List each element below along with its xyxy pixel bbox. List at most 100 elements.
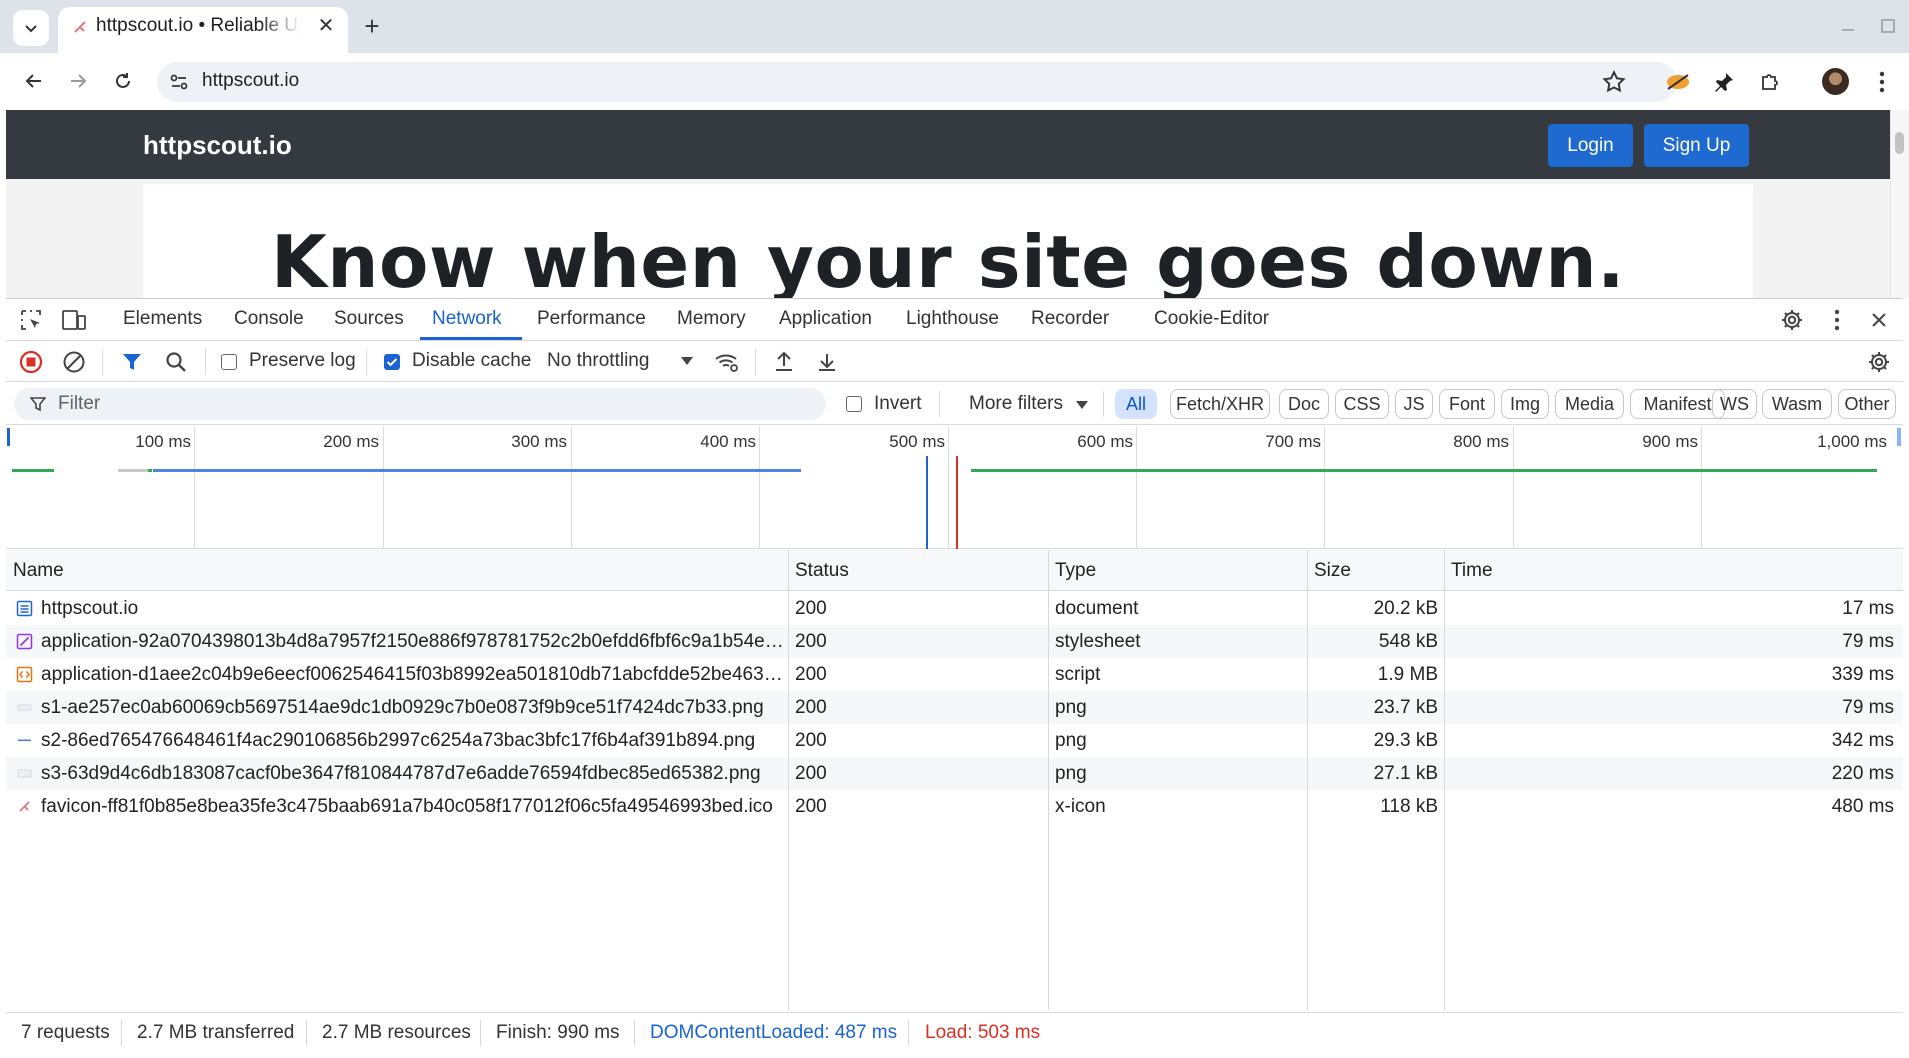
back-button[interactable] — [16, 63, 52, 99]
tab-console[interactable]: Console — [234, 308, 304, 330]
bookmark-star-icon[interactable] — [1601, 69, 1627, 95]
tab-application[interactable]: Application — [779, 308, 872, 330]
table-row[interactable]: s2-86ed765476648461f4ac290106856b2997c62… — [6, 724, 1903, 757]
column-header-time[interactable]: Time — [1451, 560, 1493, 582]
table-row[interactable]: s1-ae257ec0ab60069cb5697514ae9dc1db0929c… — [6, 691, 1903, 724]
column-header-status[interactable]: Status — [795, 560, 849, 582]
tab-lighthouse[interactable]: Lighthouse — [906, 308, 999, 330]
tab-recorder[interactable]: Recorder — [1031, 308, 1109, 330]
column-divider[interactable] — [1444, 550, 1445, 1010]
tab-cookie-editor[interactable]: Cookie-Editor — [1154, 308, 1269, 330]
devtools-close-button[interactable] — [1865, 306, 1893, 334]
device-toolbar-icon[interactable] — [60, 306, 88, 334]
login-button[interactable]: Login — [1548, 124, 1633, 167]
tab-close-button[interactable]: ✕ — [314, 14, 338, 38]
column-header-name[interactable]: Name — [13, 560, 64, 582]
extension-cookie-icon[interactable] — [1662, 66, 1694, 98]
summary-load: Load: 503 ms — [925, 1022, 1041, 1043]
tab-elements[interactable]: Elements — [123, 308, 202, 330]
disable-cache-checkbox[interactable] — [384, 354, 400, 370]
preserve-log-checkbox[interactable] — [221, 354, 237, 370]
extension-pin-icon[interactable] — [1708, 66, 1740, 98]
extensions-puzzle-icon[interactable] — [1754, 66, 1786, 98]
column-header-type[interactable]: Type — [1055, 560, 1096, 582]
request-time: 480 ms — [1831, 796, 1894, 817]
filter-chip-css[interactable]: CSS — [1335, 389, 1389, 419]
filter-chip-wasm[interactable]: Wasm — [1762, 389, 1832, 419]
table-row[interactable]: s3-63d9d4c6db183087cacf0be3647f810844787… — [6, 757, 1903, 790]
table-row[interactable]: application-92a0704398013b4d8a7957f2150e… — [6, 625, 1903, 658]
overview-right-handle[interactable] — [1897, 428, 1901, 446]
filter-chip-manifest[interactable]: Manifest — [1630, 389, 1725, 419]
more-filters-button[interactable]: More filters — [969, 393, 1063, 415]
request-name: s2-86ed765476648461f4ac290106856b2997c62… — [41, 730, 756, 751]
filter-chip-media[interactable]: Media — [1555, 389, 1624, 419]
toolbar-divider — [939, 391, 940, 417]
dropdown-arrow-icon[interactable] — [1075, 400, 1089, 410]
summary-dom-content-loaded: DOMContentLoaded: 487 ms — [650, 1022, 898, 1043]
invert-label[interactable]: Invert — [874, 393, 922, 415]
filter-chip-other[interactable]: Other — [1838, 389, 1896, 419]
overview-gridline — [571, 426, 572, 549]
devtools-menu-button[interactable] — [1823, 306, 1851, 334]
forward-button[interactable] — [60, 63, 96, 99]
wifi-settings-icon — [715, 354, 738, 372]
site-settings-icon[interactable] — [168, 71, 190, 93]
export-har-button[interactable] — [813, 348, 841, 376]
filter-chip-js[interactable]: JS — [1395, 389, 1433, 419]
site-brand[interactable]: httpscout.io — [143, 130, 292, 161]
inspect-element-icon[interactable] — [17, 306, 45, 334]
invert-checkbox[interactable] — [846, 396, 862, 412]
search-button[interactable] — [162, 348, 190, 376]
record-stop-button[interactable] — [17, 348, 45, 376]
throttling-select[interactable]: No throttling — [547, 350, 649, 372]
profile-avatar[interactable] — [1822, 68, 1849, 95]
new-tab-button[interactable]: + — [358, 12, 386, 40]
filter-toggle-button[interactable] — [118, 348, 146, 376]
tab-memory[interactable]: Memory — [677, 308, 746, 330]
table-row[interactable]: httpscout.io 200 document 20.2 kB 17 ms — [6, 592, 1903, 625]
address-bar[interactable] — [157, 62, 1677, 102]
filter-chip-font[interactable]: Font — [1439, 389, 1495, 419]
minimize-icon[interactable] — [1838, 16, 1858, 36]
overview-gridline — [1701, 426, 1702, 549]
table-row[interactable]: application-d1aee2c04b9e6eecf0062546415f… — [6, 658, 1903, 691]
request-status: 200 — [795, 763, 827, 784]
close-icon — [1872, 313, 1886, 327]
column-divider[interactable] — [1307, 550, 1308, 1010]
tab-performance[interactable]: Performance — [537, 308, 646, 330]
disable-cache-label[interactable]: Disable cache — [412, 350, 531, 372]
filter-input[interactable] — [14, 388, 826, 420]
browser-menu-button[interactable] — [1866, 66, 1898, 98]
filter-chip-fetch-xhr[interactable]: Fetch/XHR — [1170, 389, 1270, 419]
column-divider[interactable] — [788, 550, 789, 1010]
network-settings-button[interactable] — [1865, 348, 1893, 376]
signup-button[interactable]: Sign Up — [1644, 124, 1749, 167]
tab-network[interactable]: Network — [432, 308, 502, 330]
overview-tick-label: 700 ms — [1265, 432, 1321, 451]
filter-chip-img[interactable]: Img — [1501, 389, 1549, 419]
maximize-icon[interactable] — [1878, 16, 1898, 36]
network-conditions-button[interactable] — [713, 348, 741, 376]
reload-button[interactable] — [105, 63, 141, 99]
dropdown-arrow-icon[interactable] — [680, 356, 694, 366]
tab-sources[interactable]: Sources — [334, 308, 404, 330]
overview-request-bar — [971, 469, 1877, 472]
tab-search-button[interactable] — [13, 10, 49, 46]
clear-log-button[interactable] — [60, 348, 88, 376]
table-row[interactable]: favicon-ff81f0b85e8bea35fe3c475baab691a7… — [6, 790, 1903, 823]
summary-finish: Finish: 990 ms — [496, 1022, 620, 1043]
filter-chip-doc[interactable]: Doc — [1279, 389, 1329, 419]
gear-icon — [1869, 352, 1889, 372]
import-har-button[interactable] — [770, 348, 798, 376]
page-scroll-thumb[interactable] — [1895, 132, 1904, 154]
filter-chip-ws[interactable]: WS — [1712, 389, 1757, 419]
devtools-settings-button[interactable] — [1778, 306, 1806, 334]
column-header-size[interactable]: Size — [1314, 560, 1351, 582]
url-text[interactable]: httpscout.io — [202, 70, 299, 92]
request-time: 17 ms — [1842, 598, 1894, 619]
preserve-log-label[interactable]: Preserve log — [249, 350, 356, 372]
column-divider[interactable] — [1048, 550, 1049, 1010]
filter-chip-all[interactable]: All — [1115, 389, 1157, 419]
overview-left-handle[interactable] — [7, 428, 10, 446]
